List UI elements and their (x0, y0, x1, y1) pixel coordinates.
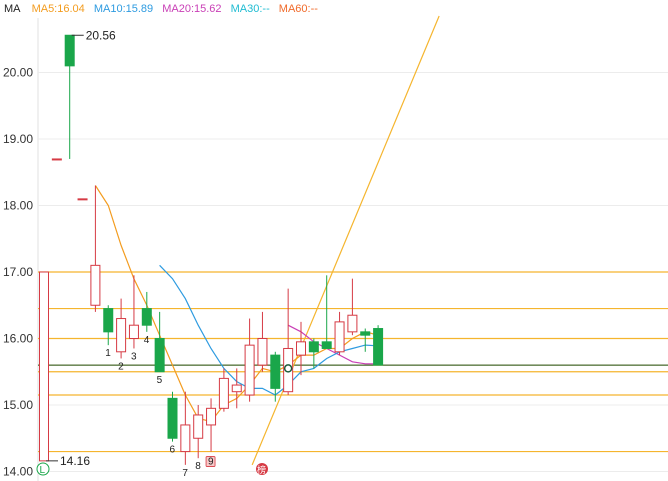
candle-body (167, 397, 178, 439)
nine-marker-label: 9 (208, 457, 214, 468)
wave-count-label: 1 (105, 348, 111, 359)
candle-body (141, 308, 152, 326)
candle-body (334, 321, 345, 353)
trend-line (251, 15, 440, 466)
l-badge-label: L (40, 465, 46, 476)
candle-body (218, 377, 229, 409)
candle-body (154, 338, 165, 373)
y-tick-label: 18.00 (3, 199, 33, 213)
tag-badge-label: 榜 (257, 464, 266, 475)
candle-body (270, 354, 281, 389)
wave-count-label: 4 (144, 335, 150, 346)
candle-body (180, 424, 191, 453)
signal-dot (283, 364, 293, 373)
ma10-line (159, 264, 379, 396)
candle-body (296, 341, 306, 356)
candle-body (193, 414, 204, 439)
wave-count-label: 6 (170, 445, 176, 456)
max-price-label: 20.56 (86, 28, 116, 42)
candle-body (64, 34, 75, 67)
y-tick-label: 14.00 (3, 465, 33, 479)
wave-count-label: 3 (131, 351, 137, 362)
y-tick-label: 19.00 (3, 132, 33, 146)
candle-body (347, 314, 358, 333)
candle-body (116, 318, 127, 353)
wave-count-label: 5 (157, 375, 163, 386)
y-tick-label: 20.00 (3, 66, 33, 80)
candle-body (103, 308, 114, 333)
candle-body (244, 344, 255, 396)
candle-body (308, 341, 319, 353)
candle-body (360, 331, 371, 336)
min-price-label: 14.16 (60, 454, 90, 468)
candle-body (257, 338, 268, 366)
y-tick-label: 15.00 (3, 398, 33, 412)
candlestick-chart[interactable]: 20.00 19.00 18.00 17.00 16.00 15.00 14.00 20.56… (0, 0, 668, 481)
y-tick-label: 17.00 (3, 265, 33, 279)
candle-body (90, 264, 101, 306)
candle-body (39, 271, 49, 462)
wave-count-label: 7 (182, 468, 188, 479)
candle-body (51, 158, 62, 161)
candle-body (128, 324, 139, 340)
candle-body (206, 407, 217, 426)
candle-body (321, 341, 332, 349)
y-tick-label: 16.00 (3, 332, 33, 346)
candle-body (77, 198, 88, 201)
candle-body (231, 384, 242, 393)
wave-count-label: 8 (195, 461, 201, 472)
wave-count-label: 2 (118, 361, 124, 372)
candle-body (373, 328, 384, 366)
